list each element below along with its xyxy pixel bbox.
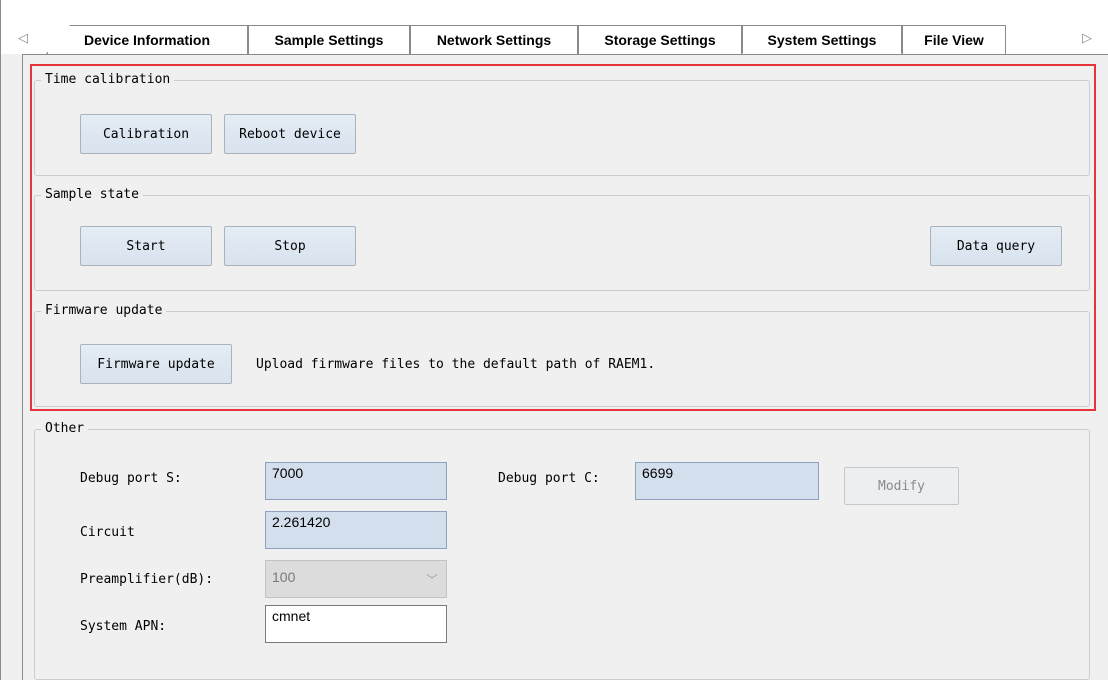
field-value: 2.261420 [272, 514, 331, 530]
data-query-button[interactable]: Data query [930, 226, 1062, 266]
group-legend: Time calibration [41, 71, 175, 89]
circuit-label: Circuit [80, 525, 135, 540]
debug-port-s-label: Debug port S: [80, 471, 182, 486]
group-legend: Other [41, 420, 89, 438]
debug-port-c-label: Debug port C: [498, 471, 600, 486]
system-apn-label: System APN: [80, 619, 167, 634]
button-label: Data query [956, 238, 1036, 254]
tab-network-settings[interactable]: Network Settings [410, 25, 578, 54]
content-border-top [22, 54, 1108, 55]
tab-label: Sample Settings [274, 32, 384, 48]
debug-port-s-input[interactable]: 7000 [265, 462, 447, 500]
start-button[interactable]: Start [80, 226, 212, 266]
tab-label: File View [924, 32, 984, 48]
tab-label: System Settings [767, 31, 877, 48]
reboot-device-button[interactable]: Reboot device [224, 114, 356, 154]
firmware-update-hint: Upload firmware files to the default pat… [256, 357, 656, 372]
field-value: 7000 [272, 465, 304, 481]
field-value: cmnet [272, 608, 311, 624]
preamplifier-select[interactable]: 100 ﹀ [265, 560, 447, 598]
tab-storage-settings[interactable]: Storage Settings [578, 25, 742, 54]
tab-scroll-right-icon[interactable]: ▷ [1082, 29, 1092, 47]
button-label: Firmware update [97, 356, 215, 372]
preamplifier-label: Preamplifier(dB): [80, 572, 214, 587]
chevron-down-icon: ﹀ [425, 573, 438, 587]
system-apn-input[interactable]: cmnet [265, 605, 447, 643]
circuit-input[interactable]: 2.261420 [265, 511, 447, 549]
tab-label: Network Settings [436, 32, 552, 48]
tab-device-information[interactable]: Device Information [46, 25, 248, 54]
select-value: 100 [272, 569, 296, 585]
button-label: Start [126, 238, 166, 254]
tab-file-view[interactable]: File View [902, 25, 1006, 54]
tab-scroll-left-icon[interactable]: ◁ [18, 29, 28, 47]
window-border [0, 0, 1, 680]
stop-button[interactable]: Stop [224, 226, 356, 266]
button-label: Calibration [102, 126, 190, 142]
calibration-button[interactable]: Calibration [80, 114, 212, 154]
button-label: Stop [274, 238, 306, 254]
tab-label: Device Information [83, 32, 211, 48]
button-label: Reboot device [239, 126, 341, 142]
group-legend: Sample state [41, 186, 143, 204]
content-border-left [22, 54, 23, 680]
group-legend: Firmware update [41, 302, 167, 320]
firmware-update-button[interactable]: Firmware update [80, 344, 232, 384]
debug-port-c-input[interactable]: 6699 [635, 462, 819, 500]
field-value: 6699 [642, 465, 674, 481]
button-label: Modify [878, 478, 925, 494]
tab-sample-settings[interactable]: Sample Settings [248, 25, 410, 54]
modify-button[interactable]: Modify [844, 467, 959, 505]
tab-strip: ◁ Device Information Sample Settings Net… [0, 0, 1108, 54]
tab-label: Storage Settings [604, 32, 716, 48]
tab-system-settings[interactable]: System Settings [742, 25, 902, 54]
